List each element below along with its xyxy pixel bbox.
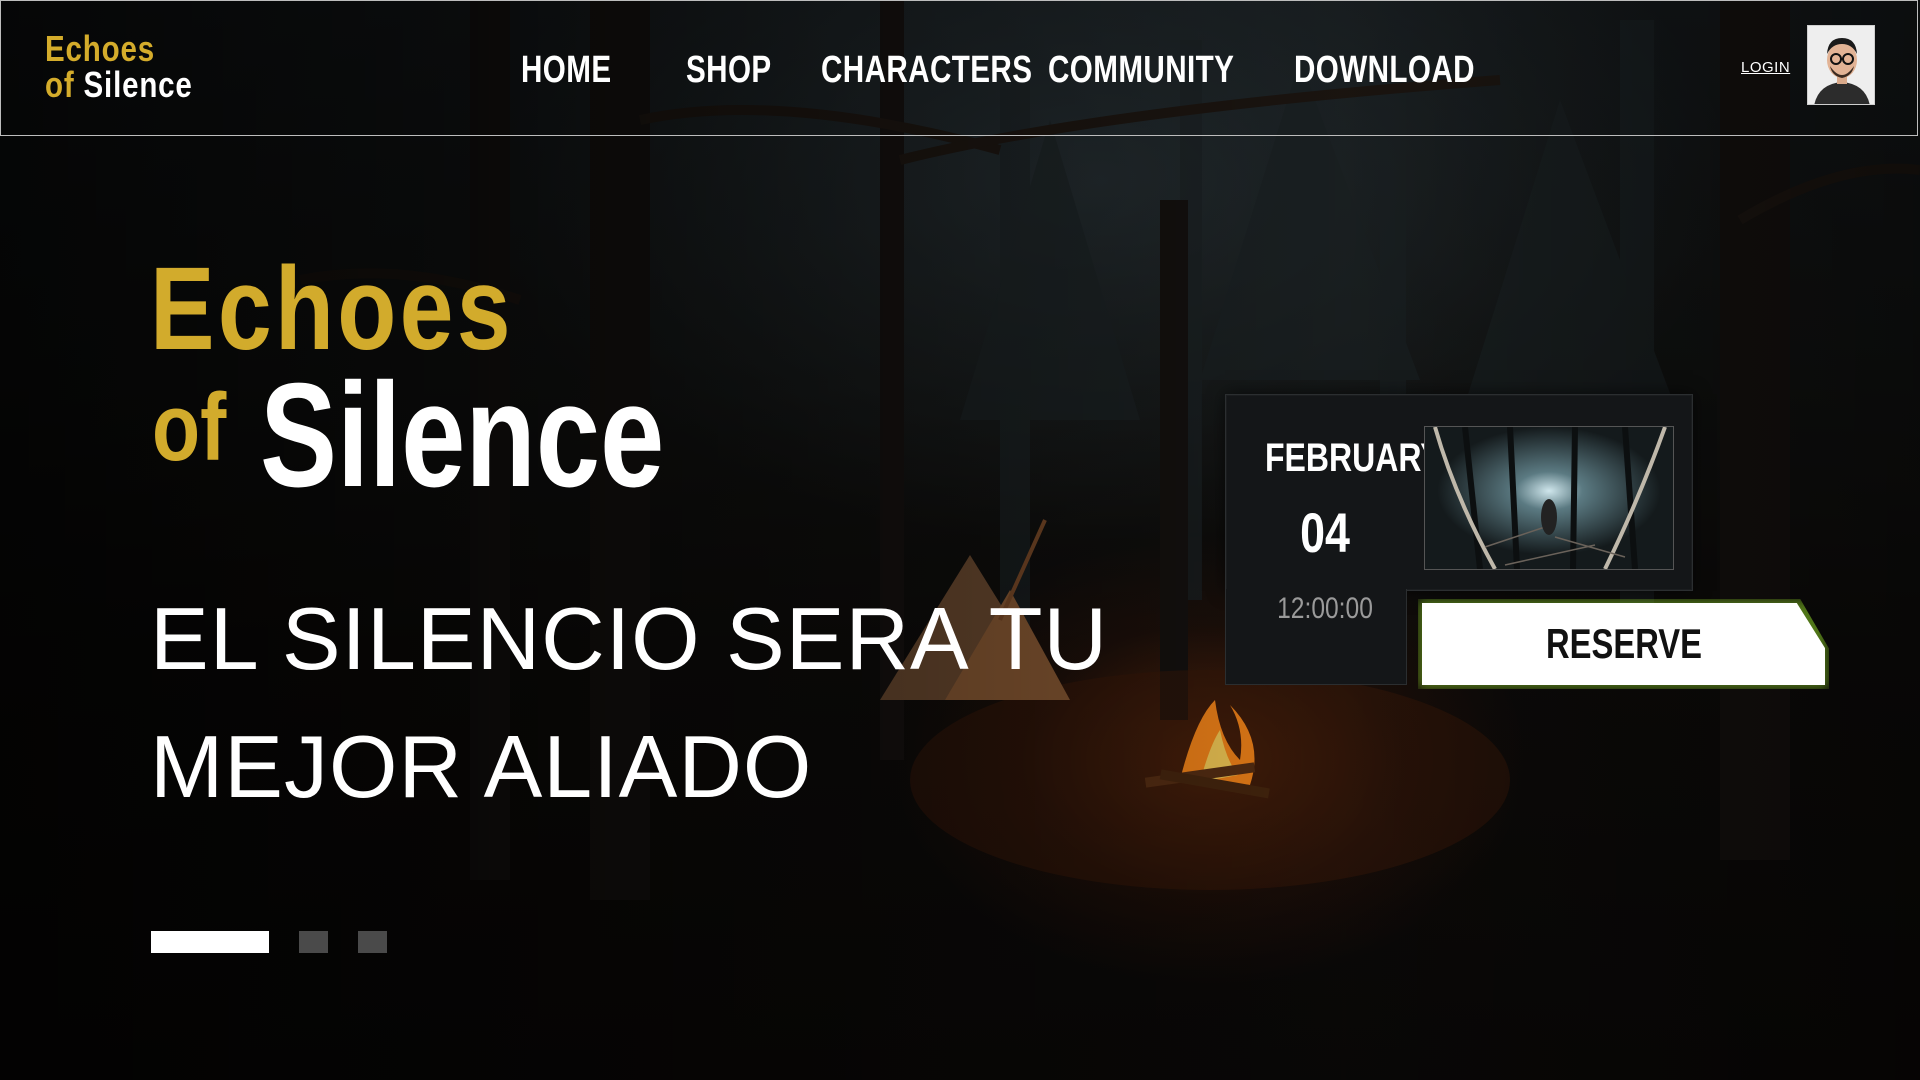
hero-title-silence: Silence — [260, 353, 665, 518]
nav-home[interactable]: HOME — [521, 49, 611, 92]
tagline-line1: EL SILENCIO SERA TU — [150, 589, 1108, 688]
avatar-photo-icon — [1808, 26, 1874, 104]
reserve-button[interactable]: RESERVE — [1422, 603, 1825, 685]
event-thumbnail[interactable] — [1424, 426, 1674, 570]
nav-shop[interactable]: SHOP — [686, 49, 772, 92]
hero-tagline: EL SILENCIO SERA TU MEJOR ALIADO — [150, 575, 1150, 831]
event-month: FEBRUARY — [1265, 436, 1442, 480]
user-avatar[interactable] — [1807, 25, 1875, 105]
reserve-button-label: RESERVE — [1545, 620, 1702, 667]
carousel-dot-3[interactable] — [358, 931, 387, 953]
brand-logo-prefix: of — [45, 64, 75, 105]
dark-forest-flashlight-image — [1425, 427, 1673, 569]
top-navigation-bar: Echoes of Silence HOME SHOP CHARACTERS C… — [0, 0, 1918, 136]
tagline-line2: MEJOR ALIADO — [150, 717, 813, 816]
nav-download[interactable]: DOWNLOAD — [1294, 49, 1475, 92]
login-link[interactable]: LOGIN — [1741, 59, 1790, 76]
brand-logo-line2: of Silence — [45, 67, 193, 103]
brand-logo-main: Silence — [83, 64, 193, 105]
brand-logo[interactable]: Echoes of Silence — [45, 31, 225, 103]
event-day: 04 — [1300, 501, 1350, 564]
event-time: 12:00:00 — [1277, 592, 1373, 625]
hero-title-of: of — [152, 374, 227, 481]
nav-characters[interactable]: CHARACTERS — [821, 49, 1032, 92]
nav-community[interactable]: COMMUNITY — [1048, 49, 1234, 92]
carousel-dot-1-active[interactable] — [151, 931, 269, 953]
hero-title-echoes: Echoes — [150, 243, 514, 375]
brand-logo-line1: Echoes — [45, 28, 155, 69]
carousel-dot-2[interactable] — [299, 931, 328, 953]
